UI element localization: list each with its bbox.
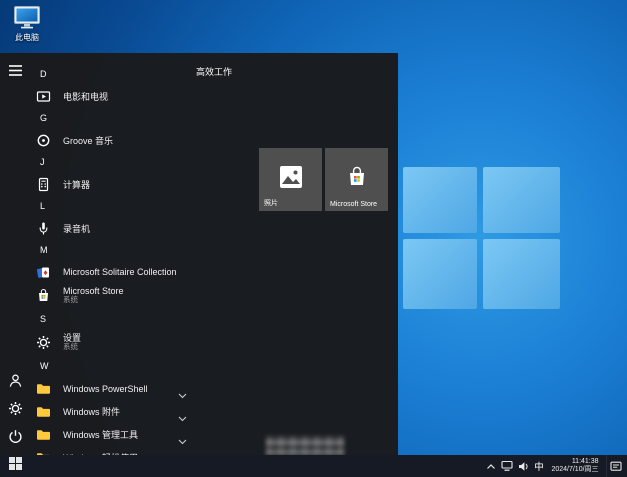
folder-item-label: Windows 附件 [63, 407, 121, 417]
action-center-icon[interactable] [606, 455, 625, 477]
movies-tv-icon [36, 89, 51, 104]
logo-pane [483, 167, 560, 233]
desktop-icon-label: 此电脑 [15, 33, 39, 42]
desktop-icon-this-pc[interactable]: 此电脑 [4, 6, 50, 43]
app-item-label: 计算器 [63, 179, 91, 190]
folder-item-label: Windows 管理工具 [63, 430, 139, 440]
app-item-movies-tv[interactable]: 电影和电视 [30, 85, 198, 107]
app-item-microsoft-store[interactable]: Microsoft Store 系统 [30, 283, 198, 308]
section-letter: L [40, 201, 46, 211]
section-letter: S [40, 314, 47, 324]
calculator-icon [36, 177, 51, 192]
microsoft-store-icon [36, 288, 51, 303]
app-item-sublabel: 系统 [63, 342, 78, 352]
tile-label: 照片 [264, 200, 278, 207]
section-header-m[interactable]: M [30, 239, 198, 261]
network-icon[interactable] [499, 455, 515, 477]
logo-pane [403, 167, 477, 233]
settings-gear-icon [36, 335, 51, 350]
tile-microsoft-store[interactable]: Microsoft Store [325, 148, 388, 211]
voice-recorder-icon [36, 221, 51, 236]
blurred-watermark [266, 436, 344, 455]
groove-music-icon [36, 133, 51, 148]
tile-label: Microsoft Store [330, 201, 378, 208]
app-item-settings[interactable]: 设置 系统 [30, 330, 198, 355]
app-item-sublabel: 系统 [63, 295, 78, 305]
section-letter: W [40, 361, 49, 371]
app-item-label: Microsoft Solitaire Collection [63, 267, 177, 277]
section-header-w[interactable]: W [30, 355, 198, 377]
settings-gear-icon[interactable] [8, 401, 23, 416]
folder-icon [36, 404, 51, 419]
section-letter: J [40, 157, 45, 167]
app-item-calculator[interactable]: 计算器 [30, 173, 198, 195]
taskbar-clock[interactable]: 11:41:38 2024/7/10/周三 [547, 455, 606, 477]
app-item-groove-music[interactable]: Groove 音乐 [30, 129, 198, 151]
folder-icon [36, 427, 51, 442]
windows-logo-icon [8, 457, 22, 475]
start-menu: D 电影和电视 G Groove 音乐 J 计算器 L 录音机 M Micros… [0, 53, 398, 455]
app-item-label: 录音机 [63, 223, 91, 234]
folder-item-windows-ease-of-access[interactable]: Windows 轻松使用 [30, 446, 198, 455]
folder-item-windows-accessories[interactable]: Windows 附件 [30, 400, 198, 423]
hamburger-menu-icon[interactable] [8, 63, 23, 78]
app-item-voice-recorder[interactable]: 录音机 [30, 217, 198, 239]
volume-icon[interactable] [515, 455, 531, 477]
section-header-d[interactable]: D [30, 63, 198, 85]
app-item-solitaire[interactable]: Microsoft Solitaire Collection [30, 261, 198, 283]
ime-indicator[interactable]: 中 [531, 455, 547, 477]
clock-time: 11:41:38 [571, 458, 599, 465]
microsoft-store-icon [345, 165, 369, 194]
folder-item-label: Windows PowerShell [63, 383, 148, 394]
folder-icon [36, 381, 51, 396]
folder-item-windows-admin-tools[interactable]: Windows 管理工具 [30, 423, 198, 446]
taskbar: 中 11:41:38 2024/7/10/周三 [0, 455, 627, 477]
logo-pane [483, 239, 560, 309]
this-pc-monitor-icon [14, 6, 40, 31]
system-tray: 中 11:41:38 2024/7/10/周三 [483, 455, 625, 477]
tile-group-title[interactable]: 高效工作 [196, 65, 396, 78]
app-item-label: Groove 音乐 [63, 135, 114, 146]
section-header-s[interactable]: S [30, 308, 198, 330]
section-header-g[interactable]: G [30, 107, 198, 129]
tile-photos[interactable]: 照片 [259, 148, 322, 211]
power-icon[interactable] [8, 429, 23, 444]
windows-logo-wallpaper [403, 167, 560, 309]
app-item-label: 电影和电视 [63, 91, 109, 102]
folder-item-windows-powershell[interactable]: Windows PowerShell [30, 377, 198, 400]
section-letter: M [40, 245, 48, 255]
start-button[interactable] [0, 455, 30, 477]
section-header-l[interactable]: L [30, 195, 198, 217]
start-app-list: D 电影和电视 G Groove 音乐 J 计算器 L 录音机 M Micros… [30, 63, 198, 455]
hidden-icons-chevron-icon[interactable] [483, 455, 499, 477]
solitaire-icon [36, 265, 51, 280]
tile-area: 高效工作 照片 Microsoft Store [196, 65, 396, 211]
clock-date: 2024/7/10/周三 [551, 466, 599, 473]
user-account-icon[interactable] [8, 373, 23, 388]
section-letter: G [40, 113, 48, 123]
logo-pane [403, 239, 477, 309]
section-header-j[interactable]: J [30, 151, 198, 173]
tile-row: 照片 Microsoft Store [259, 148, 388, 211]
photos-icon [279, 165, 303, 194]
section-letter: D [40, 69, 47, 79]
desktop-screen: 此电脑 D 电影和电视 G Groove 音乐 J 计算器 L 录音机 M Mi… [0, 0, 627, 477]
